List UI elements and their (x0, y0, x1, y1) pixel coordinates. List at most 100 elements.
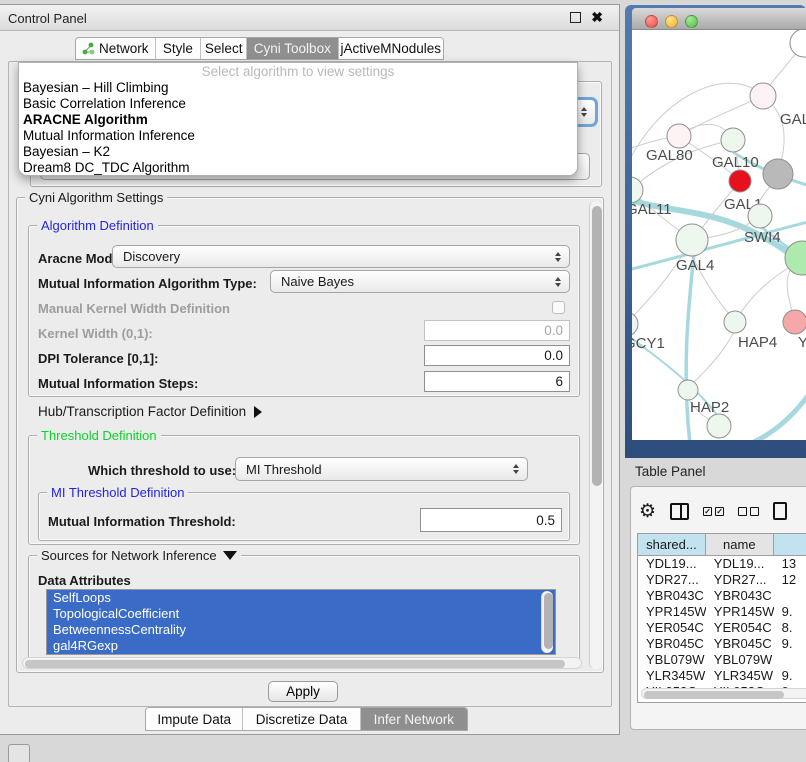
network-node[interactable] (763, 159, 793, 189)
table-row[interactable]: YER054CYER054C8. (638, 620, 806, 636)
table-cell: 9. (774, 668, 806, 684)
algorithm-option[interactable]: Basic Correlation Inference (19, 96, 577, 112)
table-cell: YLR345W (638, 668, 706, 684)
zoom-traffic-light-icon[interactable] (685, 15, 698, 28)
float-window-icon[interactable] (570, 12, 581, 23)
table-cell: YER054C (638, 620, 706, 636)
network-node-hap4[interactable] (724, 311, 746, 333)
screen: { "control_panel": { "title": "Control P… (0, 0, 806, 762)
table-row[interactable]: YLR345WYLR345W9. (638, 668, 806, 684)
checked-pair-icon[interactable]: ✓✓ (703, 507, 724, 516)
settings-horizontal-scrollbar[interactable] (22, 657, 582, 669)
settings-hscroll-thumb[interactable] (25, 660, 565, 668)
kernel-width-field[interactable]: 0.0 (424, 320, 570, 341)
network-node-gal[interactable] (750, 83, 776, 109)
algorithm-option[interactable]: Mutual Information Inference (19, 128, 577, 144)
node-label: SWI4 (744, 229, 781, 246)
table-cell: YPR145W (638, 604, 706, 620)
attribute-item[interactable]: TopologicalCoefficient (47, 606, 555, 622)
tab-network[interactable]: Network (76, 38, 156, 59)
attributes-scrollbar[interactable] (541, 591, 553, 653)
control-panel-tab-bar: Network StyleSelect Cyni ToolboxjActiveMNo… (75, 37, 444, 60)
dpi-tolerance-field[interactable]: 0.0 (424, 345, 570, 366)
table-toolbar: ⚙ ✓✓ (639, 497, 787, 525)
document-icon[interactable] (773, 502, 787, 520)
tab-cyni-toolbox[interactable]: Cyni Toolbox (247, 38, 339, 59)
close-icon[interactable]: ✖ (591, 9, 603, 26)
attributes-scrollbar-thumb[interactable] (544, 593, 553, 649)
network-node-swi4[interactable] (748, 204, 772, 228)
tab-select[interactable]: Select (201, 38, 247, 59)
minimized-panel-icon[interactable] (8, 744, 30, 762)
tab-label: Select (205, 41, 243, 56)
table-row[interactable]: YBL079WYBL079W (638, 652, 806, 668)
table-row[interactable]: YDR27...YDR27...12 (638, 572, 806, 588)
table-cell: YDL19... (706, 556, 774, 572)
table-cell (774, 588, 806, 604)
hub-definition-toggle[interactable]: Hub/Transcription Factor Definition (38, 404, 262, 419)
tab-impute-data[interactable]: Impute Data (146, 708, 243, 730)
table-horizontal-scrollbar[interactable] (641, 688, 806, 699)
mi-threshold-label: Mutual Information Threshold: (48, 514, 236, 529)
table-row[interactable]: YDL19...YDL19...13 (638, 556, 806, 572)
sources-group-title-row[interactable]: Sources for Network Inference (37, 548, 241, 563)
table-row[interactable]: YPR145WYPR145W9. (638, 604, 806, 620)
network-node-gal80[interactable] (667, 124, 691, 148)
table-row[interactable]: YBR045CYBR045C9. (638, 636, 806, 652)
columns-icon[interactable] (670, 503, 689, 520)
table-row[interactable]: YBR043CYBR043C (638, 588, 806, 604)
manual-kernel-checkbox[interactable] (552, 301, 565, 314)
apply-button[interactable]: Apply (268, 681, 338, 702)
column-header[interactable]: shared... (638, 534, 706, 555)
network-node[interactable] (790, 30, 806, 57)
close-traffic-light-icon[interactable] (645, 15, 658, 28)
network-edge[interactable] (679, 96, 763, 136)
tab-discretize-data[interactable]: Discretize Data (243, 708, 360, 730)
attribute-item[interactable]: BetweennessCentrality (47, 622, 555, 638)
threshold-definition-title: Threshold Definition (37, 428, 161, 443)
aracne-mode-value: Discovery (123, 249, 180, 264)
table-cell: 8. (774, 620, 806, 636)
settings-vertical-scrollbar[interactable] (589, 201, 602, 669)
network-node-gal1[interactable] (729, 170, 751, 192)
tab-label: Network (99, 41, 149, 56)
algorithm-option[interactable]: ARACNE Algorithm (19, 112, 577, 128)
minimize-traffic-light-icon[interactable] (665, 15, 678, 28)
combo-arrows-icon (513, 464, 519, 474)
network-edge[interactable] (688, 332, 734, 388)
node-label: GCY1 (632, 335, 665, 352)
mi-threshold-field[interactable]: 0.5 (420, 508, 562, 532)
which-threshold-combobox[interactable]: MI Threshold (235, 457, 528, 481)
control-panel-titlebar[interactable]: Control Panel ✖ (0, 5, 619, 31)
algorithm-option[interactable]: Dream8 DC_TDC Algorithm (19, 160, 577, 176)
algorithm-option[interactable]: Bayesian – K2 (19, 144, 577, 160)
settings-vscroll-thumb[interactable] (592, 206, 602, 486)
tab-jactivemnodules[interactable]: jActiveMNodules (339, 38, 443, 59)
mi-type-combobox[interactable]: Naive Bayes (270, 270, 570, 293)
table-cell: YDR27... (638, 572, 706, 588)
kernel-width-value: 0.0 (544, 323, 563, 338)
column-header[interactable]: name (706, 534, 774, 555)
algorithm-option[interactable]: Bayesian – Hill Climbing (19, 80, 577, 96)
tab-style[interactable]: Style (156, 38, 202, 59)
unchecked-pair-icon[interactable] (738, 507, 759, 516)
gear-icon[interactable]: ⚙ (639, 502, 656, 521)
network-node-gcy1[interactable] (632, 312, 638, 336)
attribute-item[interactable]: SelfLoops (47, 590, 555, 606)
tab-label: jActiveMNodules (341, 41, 442, 56)
attribute-item[interactable]: gal4RGexp (47, 638, 555, 654)
column-header[interactable] (774, 534, 806, 555)
network-edge[interactable] (632, 242, 690, 324)
network-node-hap2[interactable] (678, 380, 698, 400)
network-window-titlebar[interactable] (632, 8, 806, 30)
aracne-mode-combobox[interactable]: Discovery (112, 245, 570, 268)
network-canvas[interactable]: GALGAL80GAL10GAL1GAL11SWI4GAL4GCY1HAP4YH… (632, 30, 806, 440)
network-node-gal10[interactable] (721, 128, 745, 152)
network-node[interactable] (707, 414, 731, 438)
network-node-gal4[interactable] (676, 224, 708, 256)
mi-steps-field[interactable]: 6 (424, 371, 570, 392)
data-attributes-list[interactable]: SelfLoopsTopologicalCoefficientBetweenne… (46, 589, 556, 655)
tab-infer-network[interactable]: Infer Network (361, 708, 467, 730)
network-node-y[interactable] (783, 310, 806, 334)
table-hscroll-thumb[interactable] (644, 691, 784, 699)
